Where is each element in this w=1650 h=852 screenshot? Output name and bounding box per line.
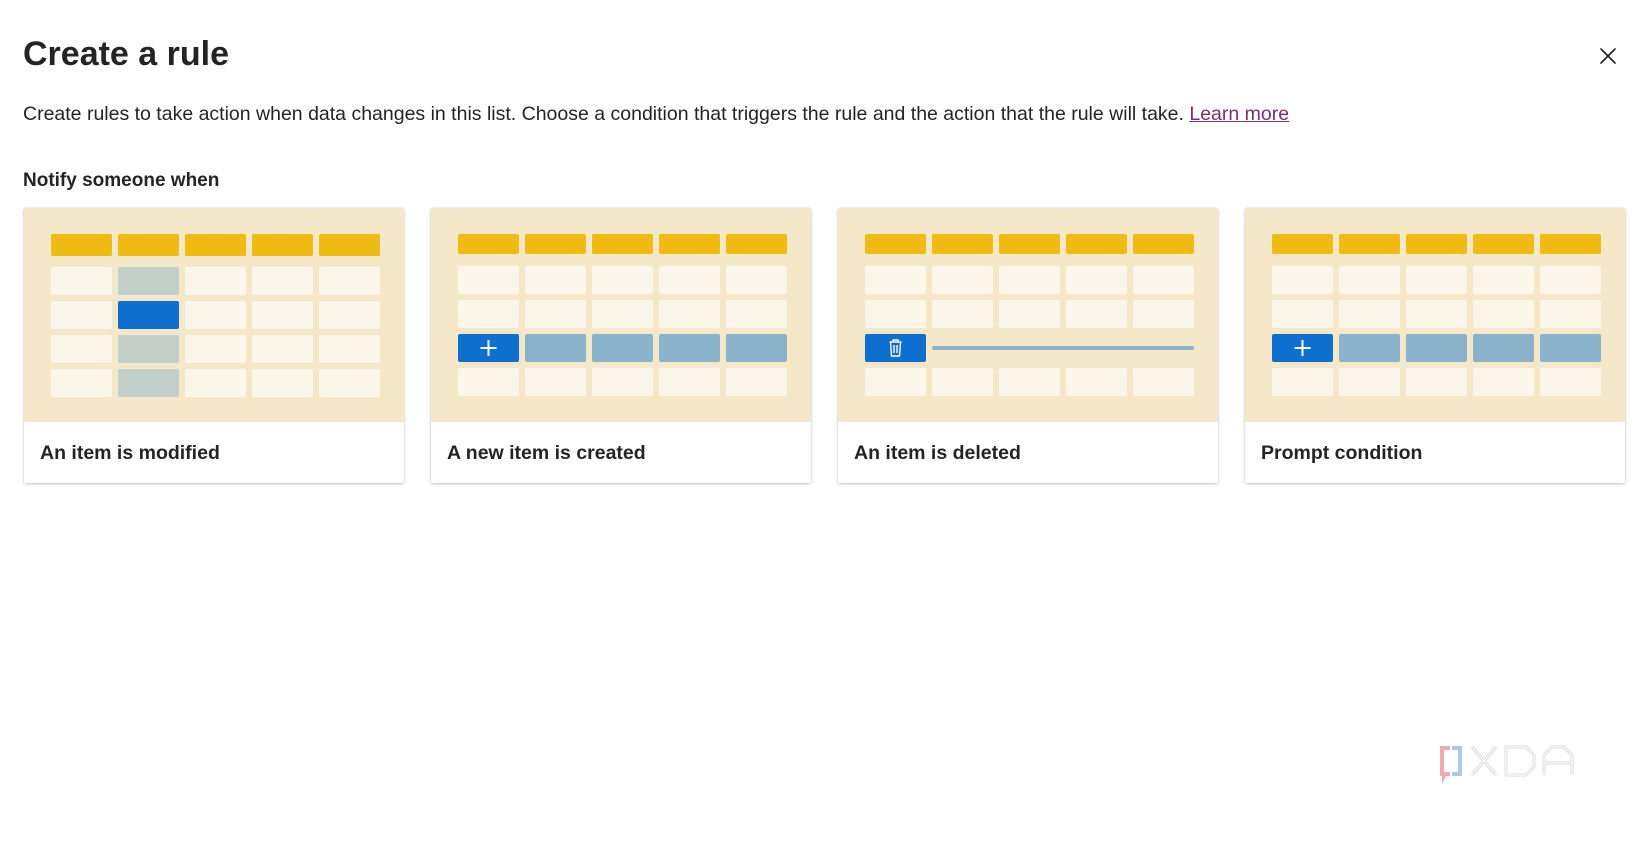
dialog-title: Create a rule <box>23 35 229 73</box>
card-item-created[interactable]: A new item is created <box>431 208 811 483</box>
card-item-modified[interactable]: An item is modified <box>24 208 404 483</box>
card-label: Prompt condition <box>1245 421 1625 483</box>
card-label: An item is modified <box>24 421 404 483</box>
trigger-card-list: An item is modified A new item is create… <box>24 208 1625 483</box>
created-table-illustration <box>431 208 811 421</box>
prompt-table-illustration <box>1245 208 1625 421</box>
card-label: A new item is created <box>431 421 811 483</box>
section-label: Notify someone when <box>23 170 220 191</box>
xda-bracket-icon <box>1440 746 1462 784</box>
learn-more-link[interactable]: Learn more <box>1189 103 1289 125</box>
dialog-description: Create rules to take action when data ch… <box>23 100 1289 128</box>
xda-watermark-logo <box>1440 745 1574 784</box>
deleted-table-illustration <box>838 208 1218 421</box>
create-rule-dialog: Create a rule Create rules to take actio… <box>0 0 1650 852</box>
close-icon <box>1600 48 1616 64</box>
card-label: An item is deleted <box>838 421 1218 483</box>
modified-table-illustration <box>24 208 404 421</box>
description-text: Create rules to take action when data ch… <box>23 103 1184 125</box>
card-prompt-condition[interactable]: Prompt condition <box>1245 208 1625 483</box>
card-item-deleted[interactable]: An item is deleted <box>838 208 1218 483</box>
close-button[interactable] <box>1590 38 1626 74</box>
